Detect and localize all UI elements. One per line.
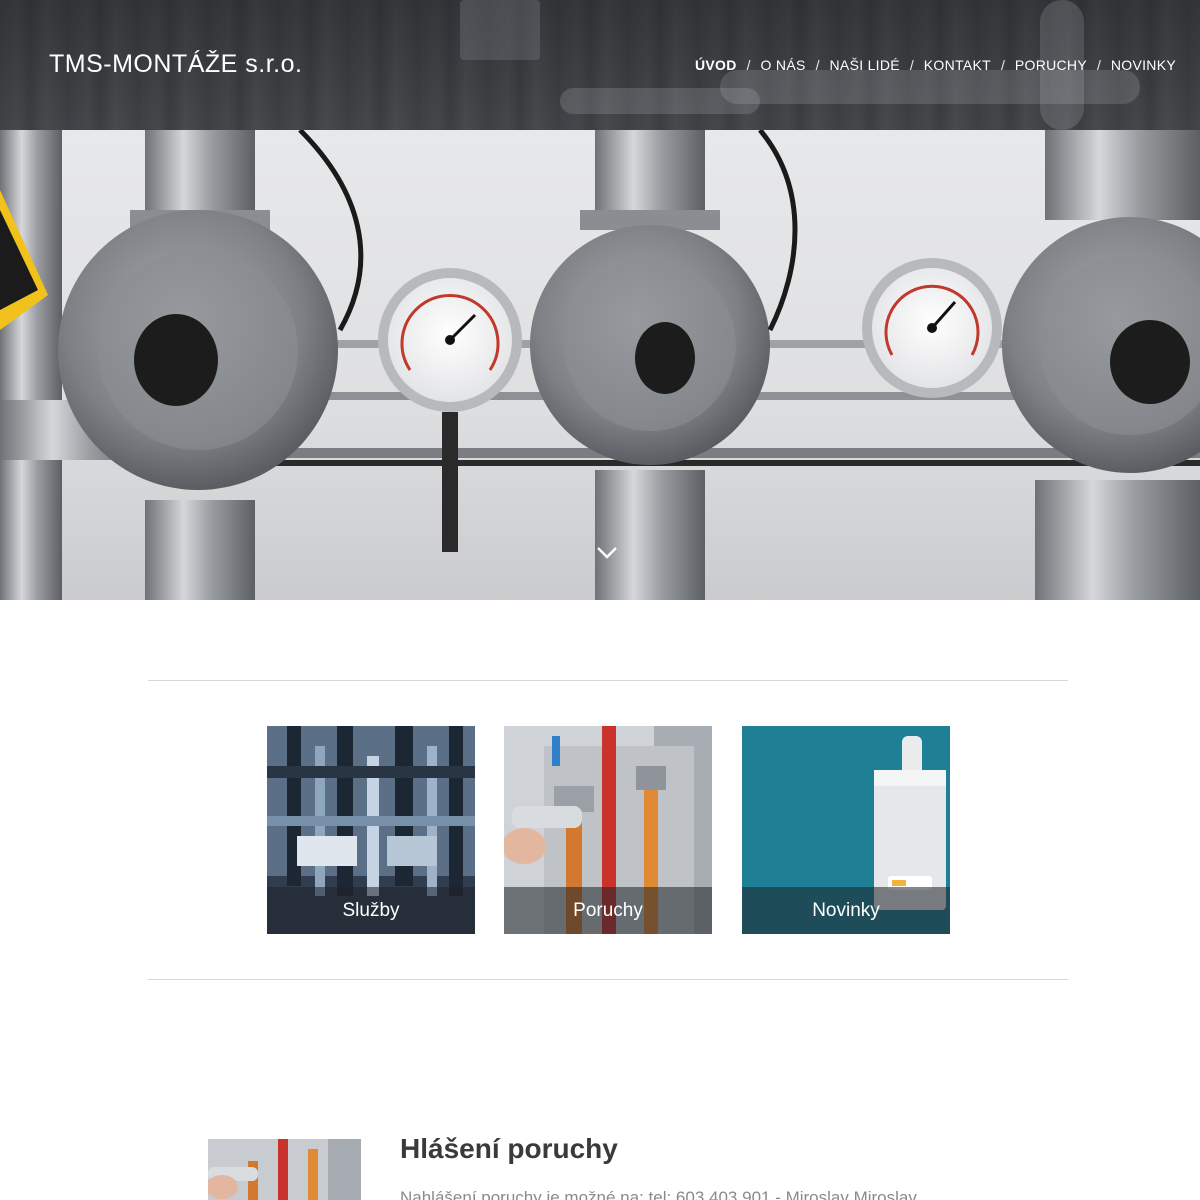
main-nav: ÚVOD / O NÁS / NAŠI LIDÉ / KONTAKT / POR… bbox=[695, 57, 1176, 73]
section-divider bbox=[148, 979, 1068, 980]
nav-item-uvod[interactable]: ÚVOD bbox=[695, 57, 737, 73]
nav-item-nasi-lide[interactable]: NAŠI LIDÉ bbox=[830, 57, 900, 73]
nav-separator: / bbox=[909, 57, 914, 73]
chevron-down-icon[interactable] bbox=[596, 546, 618, 560]
nav-separator: / bbox=[1000, 57, 1005, 73]
wrench-on-pipes-thumbnail bbox=[208, 1139, 361, 1200]
hero-image bbox=[0, 130, 1200, 600]
tile-novinky[interactable]: Novinky bbox=[742, 726, 950, 934]
nav-item-poruchy[interactable]: PORUCHY bbox=[1015, 57, 1087, 73]
nav-item-o-nas[interactable]: O NÁS bbox=[761, 57, 806, 73]
tile-label: Novinky bbox=[742, 887, 950, 934]
site-header: TMS-MONTÁŽE s.r.o. ÚVOD / O NÁS / NAŠI L… bbox=[0, 0, 1200, 130]
section-title: Hlášení poruchy bbox=[400, 1133, 618, 1164]
tile-label: Poruchy bbox=[504, 887, 712, 934]
nav-item-kontakt[interactable]: KONTAKT bbox=[924, 57, 991, 73]
tile-poruchy[interactable]: Poruchy bbox=[504, 726, 712, 934]
tile-sluzby[interactable]: Služby bbox=[267, 726, 475, 934]
hero-illustration bbox=[0, 130, 1200, 600]
article-thumbnail[interactable] bbox=[208, 1139, 361, 1200]
tile-label: Služby bbox=[267, 887, 475, 934]
site-logo[interactable]: TMS-MONTÁŽE s.r.o. bbox=[49, 50, 302, 79]
nav-separator: / bbox=[1096, 57, 1101, 73]
section-divider bbox=[148, 680, 1068, 681]
nav-separator: / bbox=[815, 57, 820, 73]
nav-separator: / bbox=[746, 57, 751, 73]
header-bg-pipe bbox=[560, 88, 760, 114]
nav-item-novinky[interactable]: NOVINKY bbox=[1111, 57, 1176, 73]
section-text: Nahlášení poruchy je možné na: tel: 603 … bbox=[400, 1188, 917, 1200]
header-bg-box bbox=[460, 0, 540, 60]
